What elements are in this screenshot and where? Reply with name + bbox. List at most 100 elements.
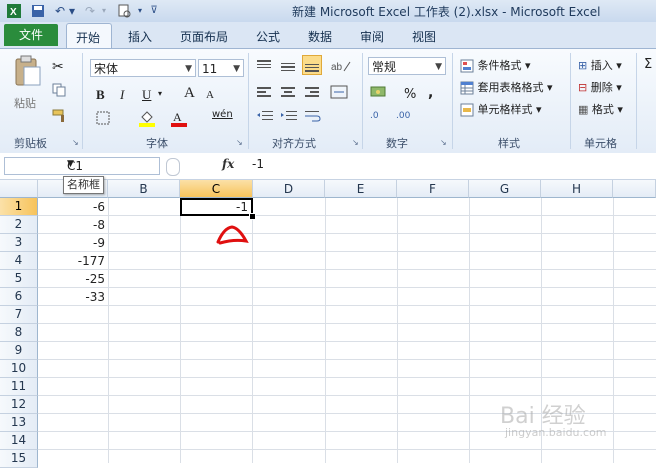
row-header-8[interactable]: 8	[0, 324, 38, 342]
cell-a3[interactable]: -9	[38, 234, 108, 252]
increase-decimal-button[interactable]: .0	[370, 111, 379, 121]
gridline	[252, 198, 253, 463]
cell-styles-button[interactable]: 单元格样式 ▾	[460, 101, 542, 117]
formula-input[interactable]: -1	[252, 157, 264, 171]
row-header-1[interactable]: 1	[0, 198, 38, 216]
tab-page-layout[interactable]: 页面布局	[180, 28, 228, 45]
row-header-12[interactable]: 12	[0, 396, 38, 414]
row-header-14[interactable]: 14	[0, 432, 38, 450]
excel-app-icon[interactable]: X	[6, 3, 22, 19]
italic-button[interactable]: I	[120, 87, 124, 103]
column-header-b[interactable]: B	[108, 180, 180, 198]
tab-home[interactable]: 开始	[66, 23, 112, 49]
comma-button[interactable]: ,	[428, 85, 433, 101]
column-header-e[interactable]: E	[325, 180, 397, 198]
text-orientation-icon[interactable]: ab	[330, 59, 352, 76]
number-format-select[interactable]: 常规 ▼	[368, 57, 446, 75]
align-middle-icon[interactable]	[280, 59, 296, 76]
font-launcher-icon[interactable]: ↘	[236, 138, 243, 147]
row-header-7[interactable]: 7	[0, 306, 38, 324]
row-header-2[interactable]: 2	[0, 216, 38, 234]
align-center-icon[interactable]	[280, 85, 296, 102]
tab-formulas[interactable]: 公式	[256, 28, 280, 45]
tab-view[interactable]: 视图	[412, 28, 436, 45]
format-cells-button[interactable]: ▦ 格式 ▾	[578, 101, 623, 117]
font-color-icon[interactable]: A	[170, 109, 188, 130]
wrap-text-icon[interactable]	[304, 109, 322, 126]
autosum-icon[interactable]: Σ	[644, 57, 652, 72]
font-group-label: 字体	[146, 137, 168, 150]
row-header-9[interactable]: 9	[0, 342, 38, 360]
column-header-h[interactable]: H	[541, 180, 613, 198]
cell-a6[interactable]: -33	[38, 288, 108, 306]
cell-a5[interactable]: -25	[38, 270, 108, 288]
tab-insert[interactable]: 插入	[128, 28, 152, 45]
decrease-indent-icon[interactable]	[256, 109, 274, 126]
row-header-4[interactable]: 4	[0, 252, 38, 270]
format-as-table-button[interactable]: 套用表格格式 ▾	[460, 79, 553, 95]
align-bottom-icon[interactable]	[302, 55, 322, 75]
clipboard-launcher-icon[interactable]: ↘	[72, 138, 79, 147]
print-preview-icon[interactable]	[116, 3, 132, 19]
align-right-icon[interactable]	[304, 85, 320, 102]
name-box[interactable]: C1 ▼	[4, 157, 160, 175]
column-header-d[interactable]: D	[253, 180, 325, 198]
formula-bar-splitter[interactable]	[166, 158, 180, 176]
align-left-icon[interactable]	[256, 85, 272, 102]
row-header-3[interactable]: 3	[0, 234, 38, 252]
align-top-icon[interactable]	[256, 59, 272, 76]
fill-color-icon[interactable]	[138, 109, 156, 130]
tab-review[interactable]: 审阅	[360, 28, 384, 45]
bold-button[interactable]: B	[96, 87, 105, 103]
number-launcher-icon[interactable]: ↘	[440, 138, 447, 147]
delete-cells-button[interactable]: ⊟ 删除 ▾	[578, 79, 622, 95]
underline-button[interactable]: U	[142, 87, 151, 103]
row-header-6[interactable]: 6	[0, 288, 38, 306]
shrink-font-button[interactable]: A	[206, 89, 214, 101]
conditional-formatting-button[interactable]: 条件格式 ▾	[460, 57, 531, 73]
cell-a1[interactable]: -6	[38, 198, 108, 216]
chevron-down-icon[interactable]: ▾	[158, 89, 162, 98]
percent-button[interactable]: %	[404, 87, 416, 102]
alignment-group-label: 对齐方式	[272, 137, 316, 150]
border-icon[interactable]	[96, 111, 110, 128]
cell-a2[interactable]: -8	[38, 216, 108, 234]
font-size-select[interactable]: 11 ▼	[198, 59, 244, 77]
tab-data[interactable]: 数据	[308, 28, 332, 45]
save-icon[interactable]	[30, 3, 46, 19]
format-painter-icon[interactable]	[52, 109, 68, 126]
ribbon: 粘贴 ✂ 剪贴板 ↘ 宋体 ▼ 11 ▼ B I U ▾ A A A wén 字体 …	[0, 48, 656, 154]
column-header-g[interactable]: G	[469, 180, 541, 198]
select-all-corner[interactable]	[0, 180, 38, 198]
alignment-launcher-icon[interactable]: ↘	[352, 138, 359, 147]
merge-center-icon[interactable]	[330, 85, 352, 102]
row-header-11[interactable]: 11	[0, 378, 38, 396]
column-header-i[interactable]	[613, 180, 656, 198]
copy-icon[interactable]	[52, 83, 66, 100]
tab-file[interactable]: 文件	[4, 24, 58, 46]
cell-a4[interactable]: -177	[38, 252, 108, 270]
row-header-13[interactable]: 13	[0, 414, 38, 432]
column-header-c[interactable]: C	[180, 180, 253, 198]
insert-function-button[interactable]: fx	[222, 157, 234, 171]
row-header-10[interactable]: 10	[0, 360, 38, 378]
cut-icon[interactable]: ✂	[52, 59, 64, 75]
column-header-f[interactable]: F	[397, 180, 469, 198]
ribbon-separator	[82, 53, 83, 149]
undo-dropdown-icon[interactable]: ▾	[64, 3, 80, 19]
annotation-arrow-mark	[216, 225, 249, 245]
row-header-5[interactable]: 5	[0, 270, 38, 288]
decrease-decimal-button[interactable]: .00	[396, 111, 410, 121]
insert-cells-button[interactable]: ⊞ 插入 ▾	[578, 57, 622, 73]
increase-indent-icon[interactable]	[280, 109, 298, 126]
phonetic-button[interactable]: wén	[212, 109, 233, 120]
accounting-format-icon[interactable]	[370, 85, 392, 102]
fill-handle[interactable]	[249, 213, 256, 220]
redo-dropdown-icon[interactable]: ▾	[96, 3, 112, 19]
toolbar-more-icon[interactable]: ⊽	[146, 3, 162, 19]
active-cell-c1[interactable]: -1	[180, 198, 253, 216]
grow-font-button[interactable]: A	[184, 85, 195, 102]
row-header-15[interactable]: 15	[0, 450, 38, 468]
font-name-select[interactable]: 宋体 ▼	[90, 59, 196, 77]
paste-button[interactable]	[12, 55, 42, 92]
